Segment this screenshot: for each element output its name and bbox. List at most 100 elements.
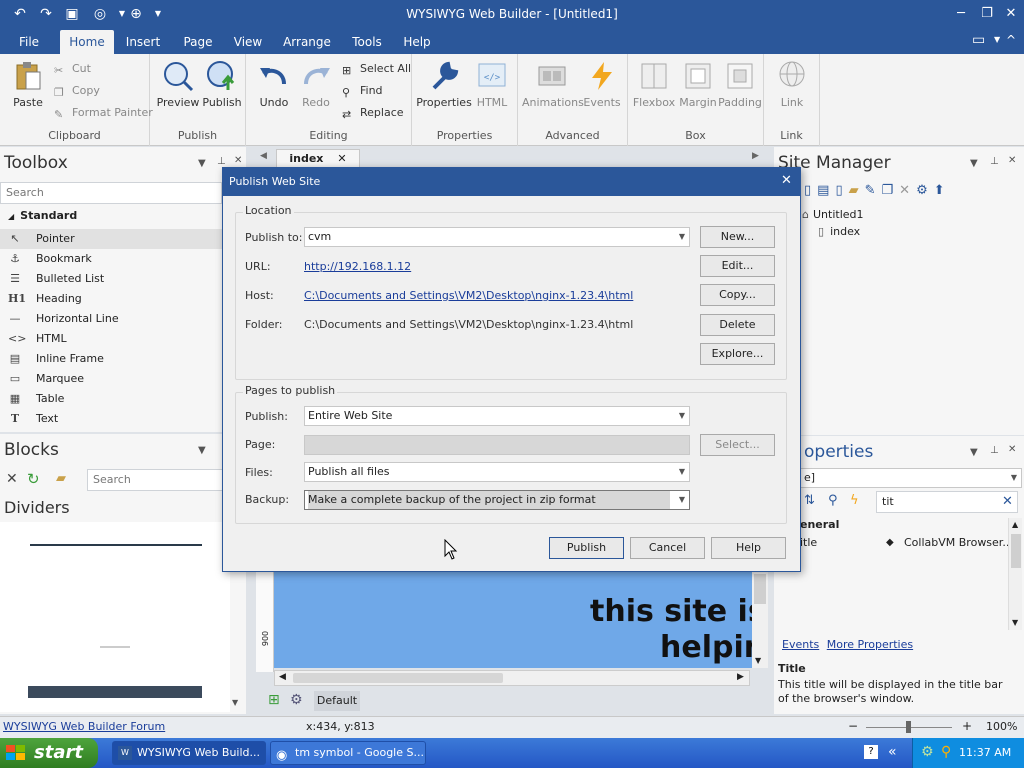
publish-ribbon-button[interactable]: Publish: [200, 60, 244, 109]
url-link[interactable]: http://192.168.1.12: [304, 260, 411, 273]
copy-button[interactable]: ❐ Copy: [54, 84, 100, 99]
padding-button[interactable]: Padding: [718, 60, 762, 109]
redo-button[interactable]: Redo: [296, 60, 336, 109]
format-painter-button[interactable]: ✎ Format Painter: [54, 106, 153, 121]
toolbox-item-text[interactable]: T Text: [0, 409, 222, 429]
tab-file[interactable]: File: [10, 30, 48, 54]
canvas-hscroll[interactable]: ◀ ▶: [274, 670, 750, 686]
restore-button[interactable]: ❐: [976, 4, 998, 24]
delete-icon[interactable]: ✕: [899, 183, 916, 198]
zoom-out-icon[interactable]: −: [848, 719, 858, 733]
properties-button[interactable]: Properties: [416, 60, 472, 109]
more-properties-link[interactable]: More Properties: [827, 638, 913, 651]
flexbox-button[interactable]: Flexbox: [632, 60, 676, 109]
events-link[interactable]: Events: [782, 638, 819, 651]
explore-button[interactable]: Explore...: [700, 343, 775, 365]
delete-button[interactable]: Delete: [700, 314, 775, 336]
clear-search-icon[interactable]: ✕: [1002, 494, 1013, 509]
html-button[interactable]: </> HTML: [472, 60, 512, 109]
new-button[interactable]: New...: [700, 226, 775, 248]
tab-insert[interactable]: Insert: [122, 30, 164, 54]
scroll-right-icon[interactable]: ▶: [737, 672, 744, 682]
open-folder-icon[interactable]: ▰: [56, 471, 66, 486]
duplicate-icon[interactable]: ❐: [882, 183, 900, 198]
publish-scope-select[interactable]: Entire Web Site ▼: [304, 406, 690, 426]
toolbox-item-bulleted-list[interactable]: ☰ Bulleted List: [0, 269, 222, 289]
zoom-in-icon[interactable]: +: [962, 719, 972, 733]
tree-root-untitled1[interactable]: ⌂ Untitled1: [802, 208, 864, 221]
blocks-preview[interactable]: [0, 522, 230, 712]
host-link[interactable]: C:\Documents and Settings\VM2\Desktop\ng…: [304, 289, 633, 302]
delete-icon[interactable]: ✕: [6, 471, 18, 487]
close-window-button[interactable]: ✕: [1000, 4, 1022, 24]
replace-button[interactable]: ⇄ Replace: [342, 106, 404, 121]
start-button[interactable]: start: [0, 738, 98, 768]
backup-select[interactable]: Make a complete backup of the project in…: [304, 490, 690, 510]
properties-search-input[interactable]: tit: [876, 491, 1018, 513]
toolbox-item-marquee[interactable]: ▭ Marquee: [0, 369, 222, 389]
chevron-down-icon[interactable]: ▼: [994, 35, 1000, 44]
blocks-search-input[interactable]: Search: [87, 469, 227, 491]
cancel-button[interactable]: Cancel: [630, 537, 705, 559]
tab-arrange[interactable]: Arrange: [282, 30, 332, 54]
files-select[interactable]: Publish all files ▼: [304, 462, 690, 482]
taskbar-item-wysiwyg[interactable]: W WYSIWYG Web Build...: [112, 741, 266, 765]
standard-section-header[interactable]: ◢ Standard: [8, 209, 77, 222]
close-dialog-icon[interactable]: ✕: [781, 173, 792, 188]
chevron-down-icon[interactable]: ▼: [970, 158, 978, 169]
edit-button[interactable]: Edit...: [700, 255, 775, 277]
tab-home[interactable]: Home: [60, 30, 114, 54]
toolbox-item-horizontal-line[interactable]: — Horizontal Line: [0, 309, 222, 329]
cut-button[interactable]: ✂ Cut: [54, 62, 91, 77]
scroll-left-icon[interactable]: ◀: [260, 151, 267, 161]
tree-item-index[interactable]: ▯ index: [818, 225, 860, 238]
close-icon[interactable]: ✕: [337, 152, 346, 165]
scroll-thumb[interactable]: [1011, 534, 1021, 568]
copy-button[interactable]: Copy...: [700, 284, 775, 306]
refresh-icon[interactable]: ↻: [27, 470, 40, 488]
select-all-button[interactable]: ⊞ Select All: [342, 62, 411, 77]
general-category[interactable]: eneral: [800, 518, 839, 531]
animations-button[interactable]: Animations: [522, 60, 584, 109]
settings-icon[interactable]: ⚙: [916, 183, 934, 198]
toolbox-item-table[interactable]: ▦ Table: [0, 389, 222, 409]
pin-icon[interactable]: ⊥: [990, 156, 999, 167]
tab-view[interactable]: View: [230, 30, 266, 54]
scroll-left-icon[interactable]: ◀: [279, 672, 286, 682]
zoom-slider-thumb[interactable]: [906, 721, 911, 733]
canvas-banner[interactable]: this site is helpin: [274, 572, 766, 668]
publish-button[interactable]: Publish: [549, 537, 624, 559]
chevron-down-icon[interactable]: ▼: [198, 445, 206, 456]
edit-icon[interactable]: ✎: [865, 183, 882, 198]
scroll-right-icon[interactable]: ▶: [752, 151, 759, 161]
scroll-thumb[interactable]: [754, 574, 766, 604]
chevron-down-icon[interactable]: ▼: [970, 447, 978, 458]
canvas-vscroll[interactable]: ▼: [752, 572, 768, 668]
add-page-icon[interactable]: ⊞: [268, 692, 280, 708]
taskbar-item-browser[interactable]: ◉ tm symbol - Google S...: [270, 741, 426, 765]
help-button[interactable]: Help: [711, 537, 786, 559]
scroll-thumb[interactable]: [293, 673, 503, 683]
sort-icon[interactable]: ⇅: [804, 493, 815, 508]
close-icon[interactable]: ✕: [234, 155, 242, 166]
collapse-ribbon-icon[interactable]: ^: [1006, 33, 1016, 47]
toolbox-item-heading[interactable]: H1 Heading: [0, 289, 222, 309]
preview-button[interactable]: Preview: [156, 60, 200, 109]
chevron-down-icon[interactable]: ▼: [198, 158, 206, 169]
margin-button[interactable]: Margin: [676, 60, 720, 109]
link-button[interactable]: Link: [770, 60, 814, 109]
up-arrow-icon[interactable]: ⬆: [934, 183, 951, 198]
publish-to-select[interactable]: cvm ▼: [304, 227, 690, 247]
scroll-down-icon[interactable]: ▼: [1012, 618, 1018, 627]
layout-icon[interactable]: ▭: [972, 32, 985, 48]
scroll-down-icon[interactable]: ▼: [755, 656, 761, 665]
toolbox-item-bookmark[interactable]: ⚓ Bookmark: [0, 249, 222, 269]
object-selector[interactable]: e] ▼: [800, 468, 1022, 488]
scroll-down-icon[interactable]: ▼: [232, 698, 238, 707]
close-icon[interactable]: ✕: [1008, 444, 1016, 455]
find-button[interactable]: ⚲ Find: [342, 84, 383, 99]
scroll-up-icon[interactable]: ▲: [1012, 520, 1018, 529]
toolbox-item-inline-frame[interactable]: ▤ Inline Frame: [0, 349, 222, 369]
tab-default-view[interactable]: Default: [314, 691, 360, 711]
network-icon[interactable]: ⚙: [921, 744, 934, 760]
